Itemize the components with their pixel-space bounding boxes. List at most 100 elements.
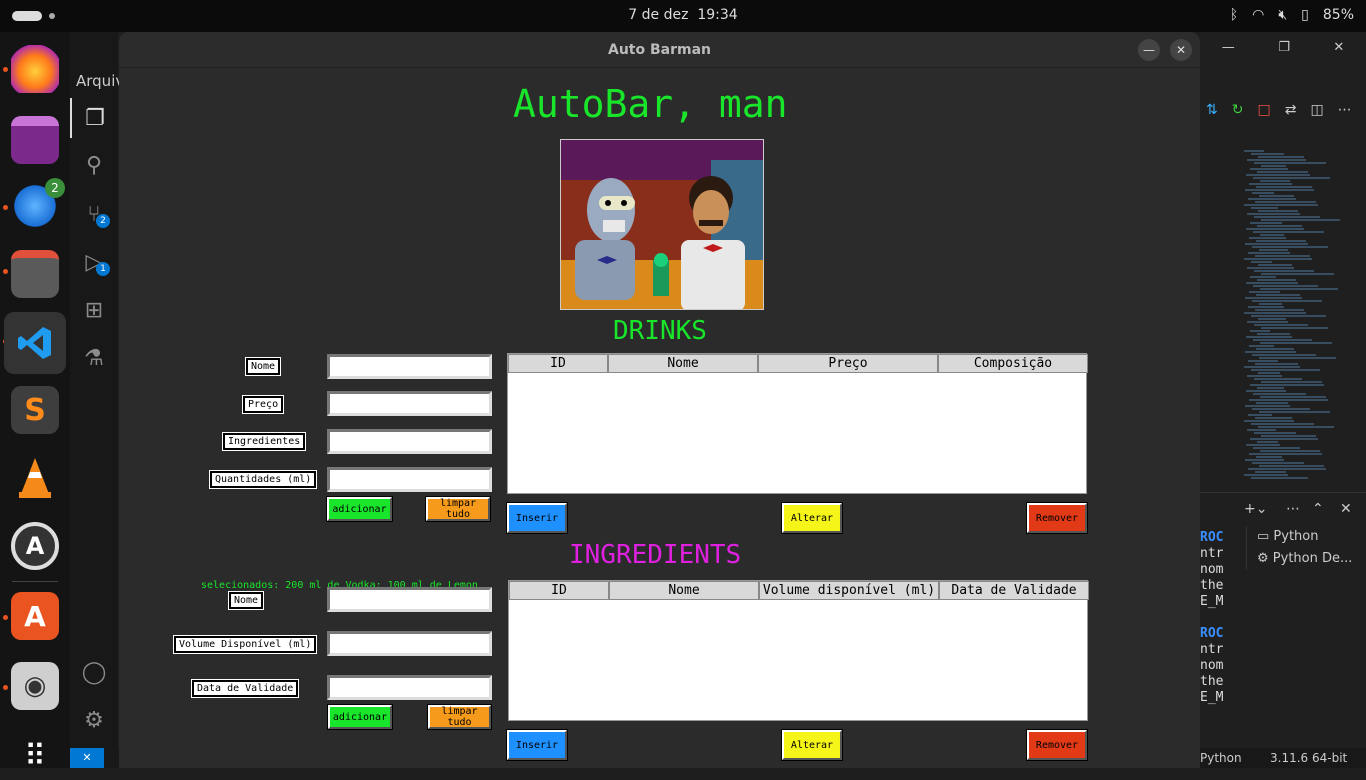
ingredient-clear-all-button[interactable]: limpar tudo [427, 704, 492, 730]
minimap-line [1257, 225, 1302, 227]
drink-quantities-field[interactable] [327, 467, 492, 492]
column-header[interactable]: ID [509, 581, 609, 600]
column-header[interactable]: Composição [938, 354, 1088, 373]
drink-ingredients-field[interactable] [327, 429, 492, 454]
new-terminal-icon[interactable]: +⌄ [1244, 501, 1267, 517]
minimize-icon[interactable]: — [1222, 40, 1235, 55]
clock[interactable]: 7 de dez 19:34 [0, 7, 1366, 23]
terminal-item[interactable]: ⚙ Python De... [1257, 548, 1366, 570]
window-title[interactable]: Auto Barman [119, 32, 1200, 68]
restart-icon[interactable]: ↻ [1232, 102, 1244, 122]
minimap-line [1246, 444, 1280, 446]
settings-gear-icon[interactable]: ⚙ [70, 700, 118, 740]
drink-name-field[interactable] [327, 354, 492, 379]
auto-barman-window: Auto Barman — ✕ AutoBar, man DRINKS Nome… [119, 32, 1200, 768]
run-debug-icon[interactable]: ▷ [70, 242, 118, 282]
ingredient-update-button[interactable]: Alterar [781, 729, 843, 761]
minimap-line [1252, 354, 1316, 356]
status-language[interactable]: Python [1200, 751, 1242, 765]
more-actions-icon[interactable]: ⋯ [1338, 102, 1352, 122]
explorer-icon[interactable]: ❐ [70, 98, 118, 138]
minimap-line [1247, 267, 1294, 269]
stop-icon[interactable]: □ [1257, 102, 1270, 122]
close-icon[interactable]: ✕ [1333, 40, 1344, 55]
running-indicator [3, 615, 8, 620]
minimap-line [1255, 201, 1316, 203]
vscode-activity-bar: ❐ ⚲ ⑂ 2 ▷ 1 ⊞ ⚗ ◯ ⚙ [70, 32, 118, 748]
files-icon[interactable] [11, 250, 59, 298]
vlc-icon[interactable] [11, 454, 59, 502]
column-header[interactable]: Nome [609, 581, 759, 600]
minimap-line [1244, 150, 1264, 152]
minimap-line [1245, 459, 1284, 461]
ingredient-remove-button[interactable]: Remover [1026, 729, 1088, 761]
split-editor-icon[interactable]: ◫ [1310, 102, 1323, 122]
extensions-icon[interactable]: ⊞ [70, 290, 118, 330]
ingredient-name-field[interactable] [327, 587, 492, 612]
app-center-icon[interactable]: A [11, 522, 59, 570]
ingredient-expiry-field[interactable] [327, 675, 492, 700]
column-header[interactable]: Volume disponível (ml) [759, 581, 939, 600]
search-icon[interactable]: ⚲ [70, 145, 118, 185]
drink-insert-button[interactable]: Inserir [506, 502, 568, 534]
ingredient-add-button[interactable]: adicionar [327, 704, 393, 730]
column-header[interactable]: Preço [758, 354, 938, 373]
minimap-line [1250, 384, 1324, 386]
minimap-line [1261, 435, 1316, 437]
minimap-line [1251, 477, 1308, 479]
firefox-icon[interactable] [11, 45, 59, 93]
minimap-line [1246, 174, 1310, 176]
source-control-icon[interactable]: ⑂ [70, 194, 118, 234]
status-interpreter[interactable]: 3.11.6 64-bit [1270, 751, 1347, 765]
show-apps-icon[interactable]: ⠿ [11, 732, 59, 780]
more-icon[interactable]: ⋯ [1286, 501, 1300, 517]
column-header[interactable]: ID [508, 354, 608, 373]
terminal-list: ▭ Python ⚙ Python De... [1246, 526, 1366, 570]
editor-minimap[interactable] [1240, 150, 1366, 490]
minimap-line [1248, 414, 1272, 416]
terminal-item[interactable]: ▭ Python [1257, 526, 1366, 548]
testing-icon[interactable]: ⚗ [70, 338, 118, 378]
column-header[interactable]: Data de Validade [939, 581, 1089, 600]
ingredient-insert-button[interactable]: Inserir [506, 729, 568, 761]
ingredients-table[interactable]: ID Nome Volume disponível (ml) Data de V… [508, 580, 1089, 721]
column-header[interactable]: Nome [608, 354, 758, 373]
maximize-panel-icon[interactable]: ⌃ [1312, 501, 1324, 517]
drink-add-ingredient-button[interactable]: adicionar [326, 496, 393, 522]
remote-indicator-icon[interactable]: ✕ [70, 748, 104, 768]
minimap-line [1260, 396, 1326, 398]
minimap-line [1260, 180, 1290, 182]
drink-clear-all-button[interactable]: limpar tudo [425, 496, 491, 522]
ingredients-table-header: ID Nome Volume disponível (ml) Data de V… [509, 581, 1089, 600]
compare-icon[interactable]: ⇄ [1285, 102, 1297, 122]
minimap-line [1248, 252, 1290, 254]
sublime-text-icon[interactable]: S [11, 386, 59, 434]
minimap-line [1260, 288, 1338, 290]
minimize-button[interactable]: — [1138, 39, 1160, 61]
dock: 2 S A A ◉ ⠿ [0, 32, 70, 774]
account-icon[interactable]: ◯ [70, 652, 118, 692]
maximize-icon[interactable]: ❐ [1278, 40, 1290, 55]
drink-update-button[interactable]: Alterar [781, 502, 843, 534]
ingredient-name-label: Nome [227, 591, 265, 610]
screenshot-tool-icon[interactable]: ◉ [11, 662, 59, 710]
minimap-line [1245, 243, 1308, 245]
drink-price-field[interactable] [327, 391, 492, 416]
close-panel-icon[interactable]: ✕ [1340, 501, 1352, 517]
drinks-table[interactable]: ID Nome Preço Composição [507, 353, 1088, 494]
window-manager-icon[interactable] [11, 116, 59, 164]
debug-step-icon[interactable]: ⇅ [1206, 102, 1218, 122]
minimap-line [1259, 249, 1288, 251]
minimap-line [1252, 246, 1328, 248]
minimap-line [1258, 372, 1280, 374]
minimap-line [1246, 228, 1304, 230]
close-button[interactable]: ✕ [1170, 39, 1192, 61]
drink-remove-button[interactable]: Remover [1026, 502, 1088, 534]
thunderbird-badge: 2 [45, 178, 65, 198]
vscode-icon[interactable] [4, 312, 66, 374]
ingredient-volume-field[interactable] [327, 631, 492, 656]
system-status-area[interactable]: ᛒ ◠ 🔇︎ ▯ 85% [1230, 7, 1354, 23]
software-center-icon[interactable]: A [11, 592, 59, 640]
minimap-line [1258, 264, 1292, 266]
minimap-line [1260, 234, 1284, 236]
